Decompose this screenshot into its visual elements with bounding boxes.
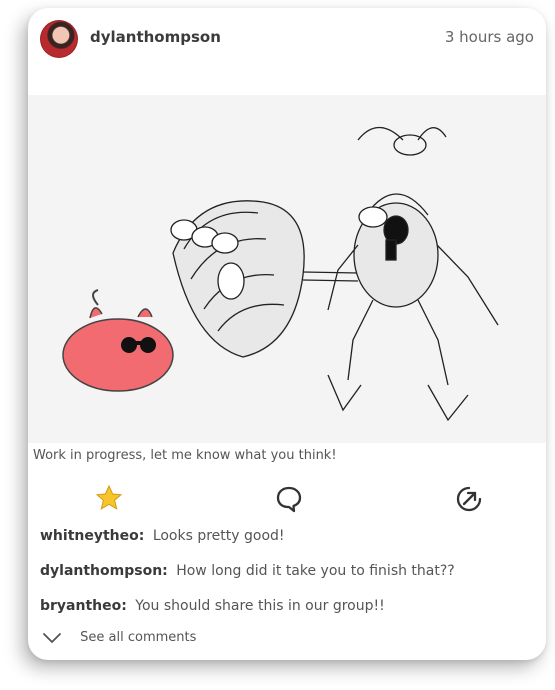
avatar[interactable]	[40, 20, 78, 58]
comment-item: whitneytheo: Looks pretty good!	[40, 526, 534, 561]
artwork-illustration	[28, 95, 546, 443]
comment-item: bryantheo: You should share this in our …	[40, 596, 534, 631]
speech-bubble-icon	[276, 486, 302, 513]
post-actions	[28, 484, 546, 518]
see-all-comments-label: See all comments	[80, 630, 197, 645]
comment-list: whitneytheo: Looks pretty good! dylantho…	[40, 526, 534, 631]
post-image[interactable]	[28, 95, 546, 443]
post-header: dylanthompson 3 hours ago	[28, 8, 546, 78]
comment-button[interactable]	[274, 484, 304, 514]
post-caption: Work in progress, let me know what you t…	[33, 448, 337, 463]
star-icon	[95, 484, 123, 510]
chevron-down-icon	[43, 632, 61, 643]
post-card: dylanthompson 3 hours ago Work in progre…	[28, 8, 546, 660]
comment-text: Looks pretty good!	[152, 528, 285, 544]
comment-user[interactable]: dylanthompson:	[40, 563, 168, 579]
comment-user[interactable]: bryantheo:	[40, 598, 127, 614]
share-button[interactable]	[454, 484, 484, 514]
share-arrow-icon	[456, 486, 482, 512]
post-author[interactable]: dylanthompson	[90, 28, 221, 46]
post-timestamp: 3 hours ago	[444, 28, 534, 46]
favorite-button[interactable]	[95, 484, 125, 514]
comment-text: How long did it take you to finish that?…	[176, 563, 455, 579]
comment-user[interactable]: whitneytheo:	[40, 528, 144, 544]
see-all-comments-link[interactable]: See all comments	[42, 630, 196, 645]
comment-item: dylanthompson: How long did it take you …	[40, 561, 534, 596]
comment-text: You should share this in our group!!	[135, 598, 385, 614]
